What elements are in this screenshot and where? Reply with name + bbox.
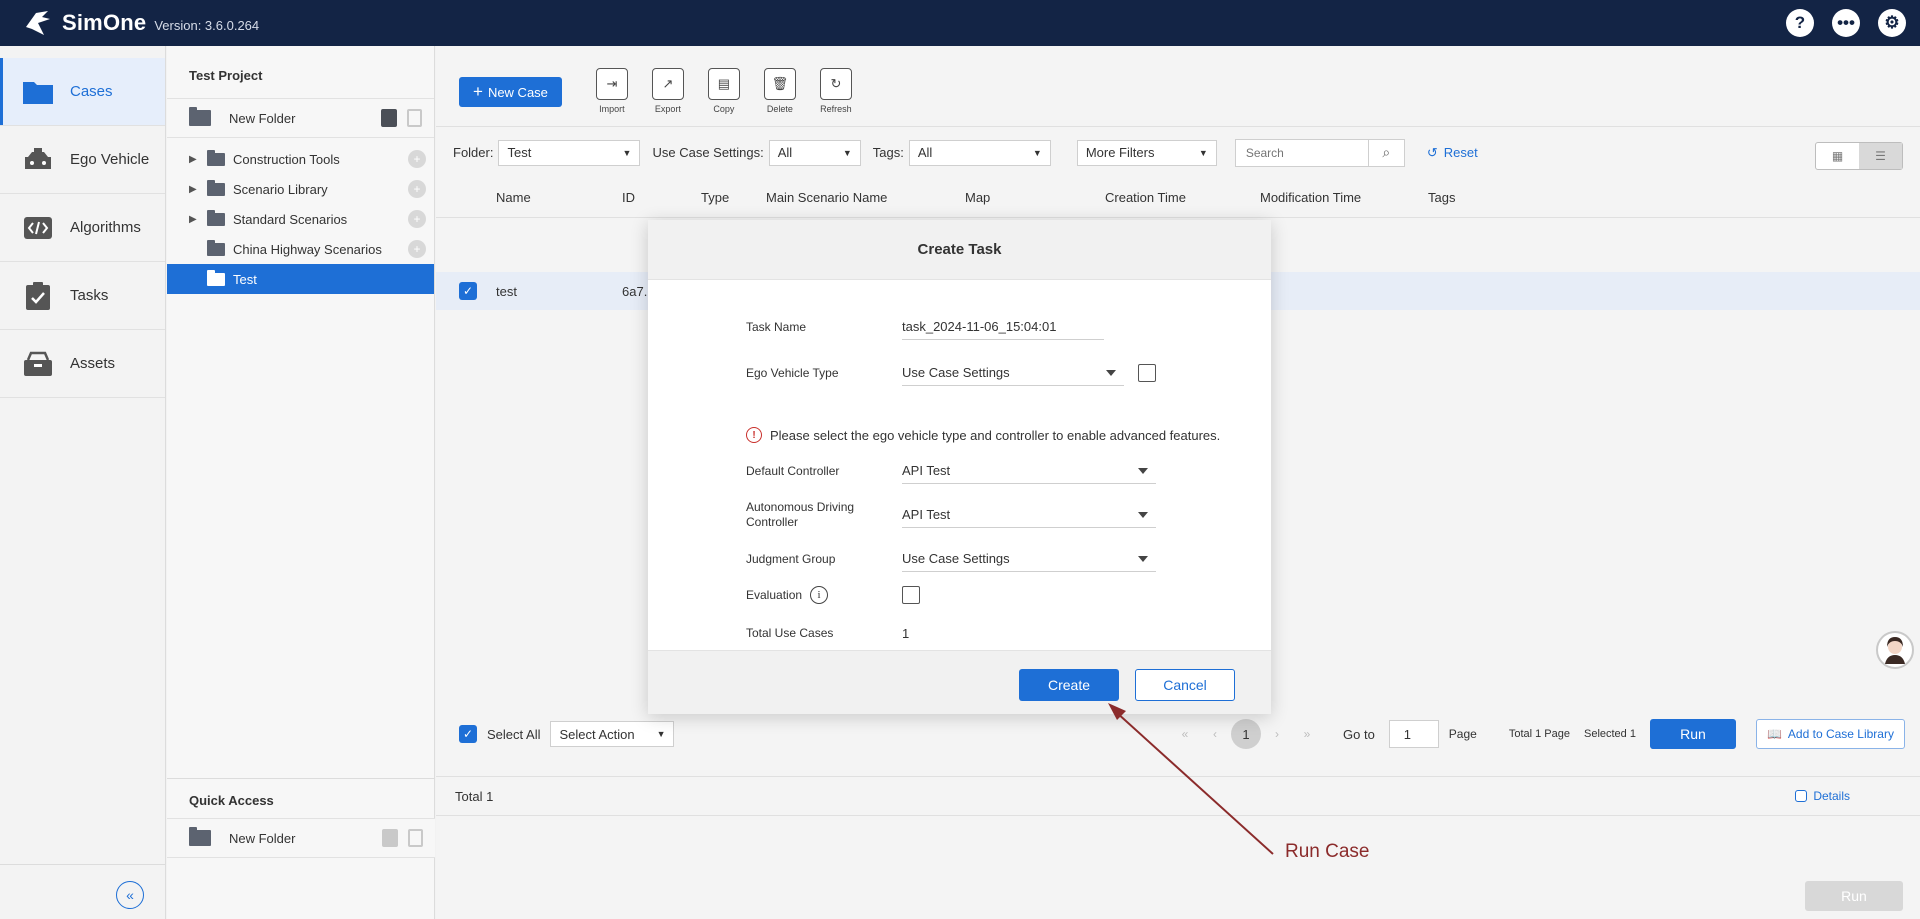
default-controller-row: Default Controller API Test [746, 458, 1216, 484]
ad-controller-row: Autonomous Driving Controller API Test [746, 500, 1216, 530]
ego-vehicle-type-row: Ego Vehicle Type Use Case Settings [746, 360, 1216, 386]
task-name-row: Task Name task_2024-11-06_15:04:01 [746, 314, 1216, 340]
evaluation-checkbox[interactable] [902, 586, 920, 604]
judgment-group-label: Judgment Group [746, 551, 836, 566]
total-use-cases-row: Total Use Cases 1 [746, 626, 1216, 641]
ego-vehicle-type-select[interactable]: Use Case Settings [902, 360, 1124, 386]
warning-message: ! Please select the ego vehicle type and… [746, 427, 1220, 443]
chevron-down-icon [1106, 369, 1116, 376]
info-icon[interactable]: i [810, 586, 829, 604]
judgment-group-row: Judgment Group Use Case Settings [746, 546, 1216, 572]
ad-controller-label: Autonomous Driving Controller [746, 500, 855, 529]
create-button[interactable]: Create [1019, 669, 1119, 701]
warning-icon: ! [746, 427, 762, 443]
task-name-label: Task Name [746, 319, 807, 334]
ego-vehicle-type-checkbox[interactable] [1138, 364, 1156, 382]
annotation-label: Run Case [1285, 841, 1370, 862]
total-use-cases-label: Total Use Cases [746, 626, 834, 640]
cancel-button[interactable]: Cancel [1135, 669, 1235, 701]
total-use-cases-value: 1 [902, 626, 910, 641]
create-task-dialog: Create Task Task Name task_2024-11-06_15… [648, 220, 1271, 714]
chevron-down-icon [1138, 511, 1148, 518]
evaluation-label: Evaluation [746, 587, 803, 602]
chevron-down-icon [1138, 555, 1148, 562]
default-controller-label: Default Controller [746, 463, 840, 478]
dialog-body: Task Name task_2024-11-06_15:04:01 Ego V… [648, 280, 1271, 650]
task-name-input[interactable]: task_2024-11-06_15:04:01 [902, 314, 1104, 340]
chevron-down-icon [1138, 467, 1148, 474]
judgment-group-select[interactable]: Use Case Settings [902, 546, 1156, 572]
ad-controller-select[interactable]: API Test [902, 502, 1156, 528]
ego-vehicle-type-label: Ego Vehicle Type [746, 365, 839, 380]
evaluation-row: Evaluation i [746, 586, 1216, 604]
default-controller-select[interactable]: API Test [902, 458, 1156, 484]
dialog-title: Create Task [648, 220, 1271, 280]
